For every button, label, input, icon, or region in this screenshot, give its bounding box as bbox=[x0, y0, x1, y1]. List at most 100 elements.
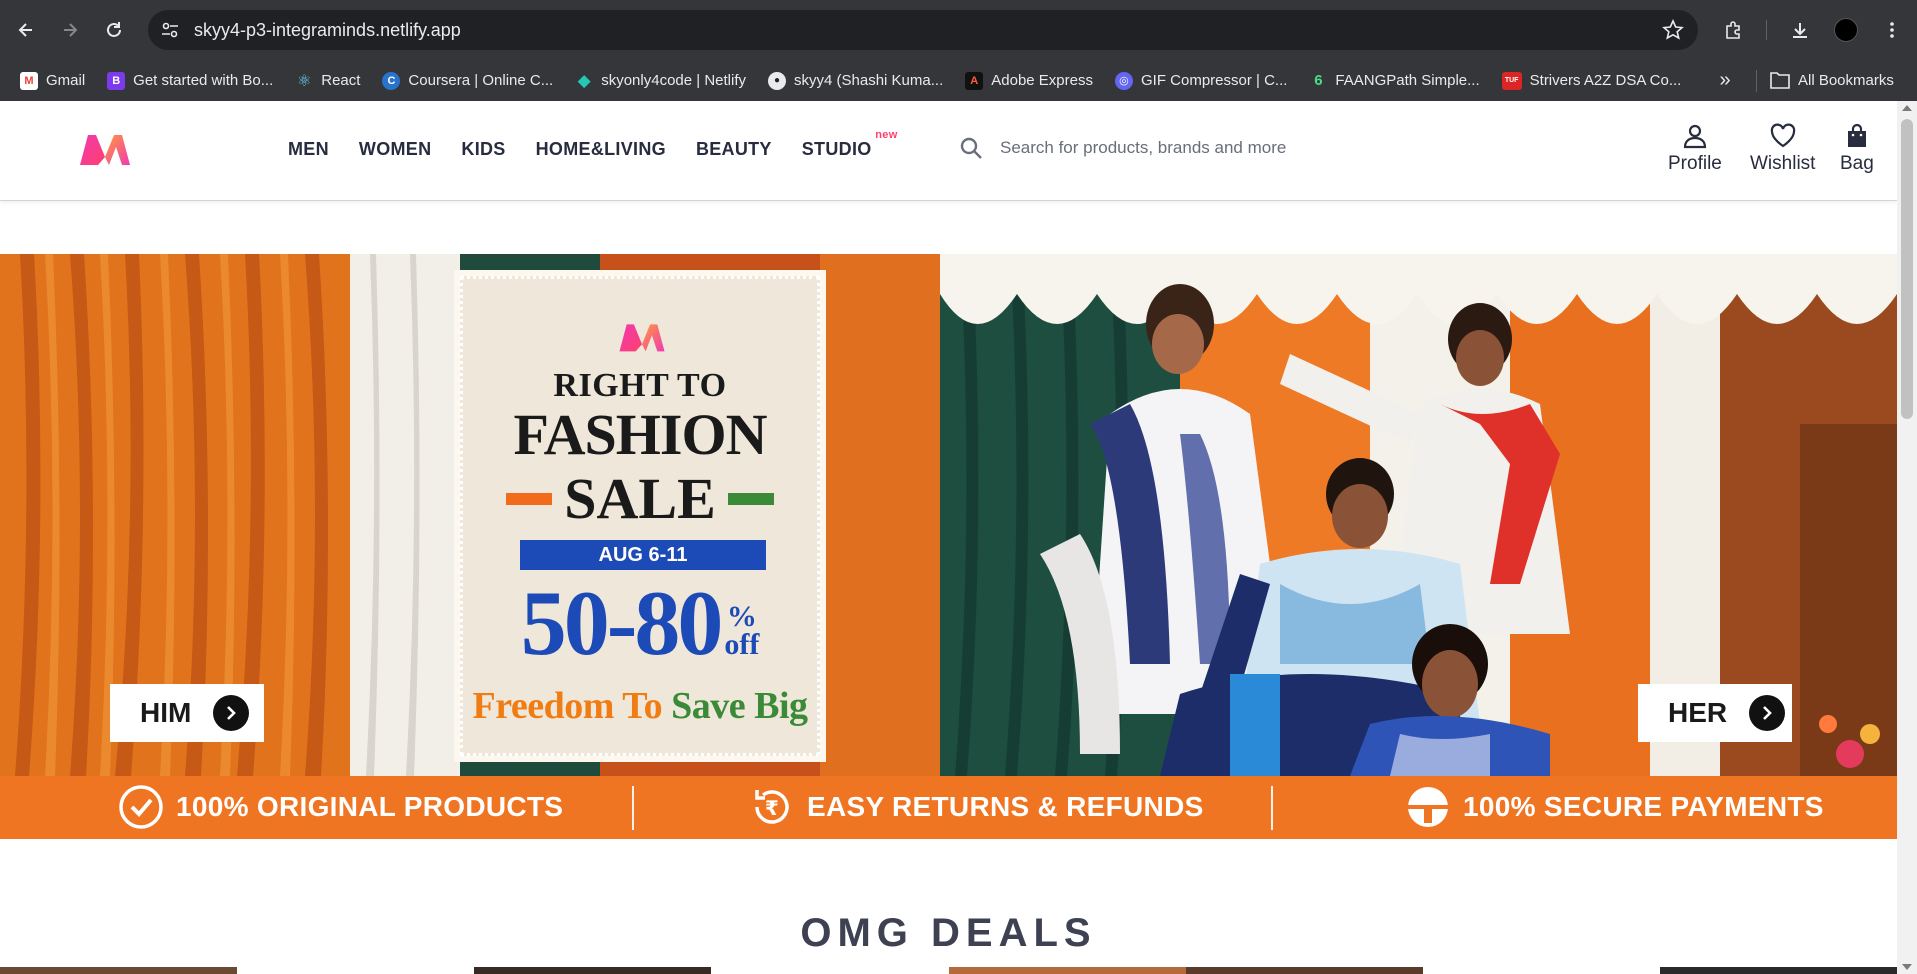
search-input[interactable] bbox=[1000, 138, 1440, 158]
bookmark-netlify[interactable]: ◆ skyonly4code | Netlify bbox=[567, 66, 754, 96]
bookmark-gif-compressor[interactable]: ◎ GIF Compressor | C... bbox=[1107, 66, 1295, 96]
bookmark-faangpath[interactable]: 6 FAANGPath Simple... bbox=[1301, 66, 1487, 96]
url-text[interactable]: skyy4-p3-integraminds.netlify.app bbox=[194, 20, 461, 40]
him-label: HIM bbox=[140, 697, 192, 728]
main-nav: MEN WOMEN KIDS HOME&LIVING BEAUTY STUDIO… bbox=[288, 129, 902, 160]
bookmarks-overflow-icon[interactable]: » bbox=[1712, 66, 1738, 94]
trust-original-label: 100% ORIGINAL PRODUCTS bbox=[176, 791, 564, 822]
bookmark-label: GIF Compressor | C... bbox=[1140, 72, 1288, 89]
trust-secure-label: 100% SECURE PAYMENTS bbox=[1463, 791, 1824, 822]
sale-row: SALE bbox=[463, 465, 817, 532]
sale-tagline: Freedom To Save Big bbox=[463, 684, 817, 728]
puzzle-icon bbox=[1726, 21, 1740, 39]
sale-line-3: SALE bbox=[564, 466, 716, 531]
trust-divider bbox=[1271, 786, 1273, 830]
tuf-icon: TUF bbox=[1501, 71, 1522, 90]
bookmark-label: Adobe Express bbox=[991, 72, 1093, 89]
heart-icon bbox=[1770, 123, 1795, 148]
new-badge: new bbox=[875, 129, 898, 141]
search-box[interactable] bbox=[946, 125, 1486, 171]
scroll-down-arrow-icon[interactable] bbox=[1902, 964, 1912, 970]
kebab-menu-icon bbox=[1890, 22, 1894, 38]
deals-preview-strip bbox=[0, 967, 1897, 974]
secure-lock-icon bbox=[1408, 787, 1448, 827]
bookmark-label: FAANGPath Simple... bbox=[1335, 72, 1480, 89]
discount-suffix: % off bbox=[724, 600, 759, 660]
nav-men[interactable]: MEN bbox=[288, 139, 329, 160]
profile-button[interactable]: Profile bbox=[1668, 123, 1722, 175]
nav-home-living[interactable]: HOME&LIVING bbox=[536, 139, 666, 160]
reload-icon bbox=[107, 22, 121, 37]
extensions-button[interactable] bbox=[1718, 14, 1750, 46]
bookmarks-divider bbox=[1756, 70, 1757, 92]
orange-stripe bbox=[506, 492, 553, 505]
coursera-icon: C bbox=[382, 71, 401, 90]
shop-her-button[interactable]: HER bbox=[1638, 684, 1792, 742]
trust-returns-label: EASY RETURNS & REFUNDS bbox=[807, 791, 1204, 822]
reload-button[interactable] bbox=[98, 14, 130, 46]
shop-him-button[interactable]: HIM bbox=[110, 684, 264, 742]
her-label: HER bbox=[1668, 697, 1728, 728]
sale-dates: AUG 6-11 bbox=[520, 540, 766, 570]
nav-studio-label: STUDIO bbox=[801, 139, 872, 159]
browser-menu-button[interactable] bbox=[1876, 14, 1908, 46]
sale-line-1: RIGHT TO bbox=[553, 367, 727, 404]
svg-text:₹: ₹ bbox=[765, 796, 779, 820]
bookmark-label: Coursera | Online C... bbox=[408, 72, 554, 89]
bookmark-github[interactable]: ● skyy4 (Shashi Kuma... bbox=[760, 66, 951, 96]
sale-card: RIGHT TO FASHION SALE AUG 6-11 50-80 % o… bbox=[454, 270, 826, 762]
toolbar-divider bbox=[1766, 20, 1767, 40]
bookmark-bootstrap[interactable]: B Get started with Bo... bbox=[99, 66, 281, 96]
arrow-right-icon bbox=[64, 23, 78, 37]
chevron-right-icon bbox=[213, 695, 250, 731]
myntra-logo-small bbox=[619, 324, 665, 352]
bookmark-label: skyy4 (Shashi Kuma... bbox=[794, 72, 944, 89]
bag-button[interactable]: Bag bbox=[1840, 123, 1874, 175]
back-button[interactable] bbox=[10, 14, 42, 46]
bag-icon bbox=[1847, 123, 1866, 147]
trust-divider bbox=[632, 786, 634, 830]
download-icon bbox=[1793, 23, 1807, 38]
bookmark-react[interactable]: ⚛ React bbox=[287, 66, 368, 96]
nav-kids[interactable]: KIDS bbox=[461, 139, 505, 160]
bookmarks-bar: M Gmail B Get started with Bo... ⚛ React CC… bbox=[0, 60, 1917, 101]
forward-button[interactable] bbox=[54, 14, 86, 46]
folder-icon bbox=[1770, 72, 1790, 89]
address-bar[interactable]: skyy4-p3-integraminds.netlify.app bbox=[148, 10, 1698, 50]
myntra-logo[interactable] bbox=[78, 129, 132, 169]
sale-discount: 50-80 % off bbox=[463, 577, 817, 669]
chevron-right-icon bbox=[1749, 695, 1786, 731]
trust-returns: ₹ EASY RETURNS & REFUNDS bbox=[749, 784, 1204, 830]
scroll-thumb[interactable] bbox=[1901, 119, 1913, 419]
hero-banner[interactable]: RIGHT TO FASHION SALE AUG 6-11 50-80 % o… bbox=[0, 254, 1897, 776]
bookmark-adobe-express[interactable]: A Adobe Express bbox=[957, 66, 1101, 96]
profile-label: Profile bbox=[1668, 153, 1722, 174]
bag-label: Bag bbox=[1840, 153, 1874, 174]
profile-avatar[interactable] bbox=[1834, 18, 1858, 42]
bookmark-gmail[interactable]: M Gmail bbox=[12, 66, 93, 96]
nav-beauty[interactable]: BEAUTY bbox=[696, 139, 772, 160]
wishlist-button[interactable]: Wishlist bbox=[1750, 123, 1815, 175]
scroll-up-arrow-icon[interactable] bbox=[1902, 105, 1912, 111]
bookmark-label: skyonly4code | Netlify bbox=[601, 72, 747, 89]
percent-sign: % bbox=[726, 600, 757, 633]
bookmark-label: Strivers A2Z DSA Co... bbox=[1529, 72, 1682, 89]
all-bookmarks-label: All Bookmarks bbox=[1798, 71, 1894, 89]
page-scrollbar[interactable] bbox=[1897, 101, 1917, 974]
sale-line-2: FASHION bbox=[513, 402, 768, 467]
all-bookmarks-button[interactable]: All Bookmarks bbox=[1770, 66, 1894, 94]
browser-chrome: skyy4-p3-integraminds.netlify.app M Gmail… bbox=[0, 0, 1917, 101]
bookmark-star-icon[interactable] bbox=[1662, 19, 1684, 41]
bookmark-coursera[interactable]: C Coursera | Online C... bbox=[374, 66, 561, 96]
nav-studio[interactable]: STUDIO new bbox=[801, 129, 898, 160]
tagline-part-2: Save Big bbox=[671, 685, 808, 727]
bookmark-strivers[interactable]: TUF Strivers A2Z DSA Co... bbox=[1494, 66, 1690, 96]
arrow-left-icon bbox=[18, 23, 32, 37]
nav-women[interactable]: WOMEN bbox=[359, 139, 432, 160]
bootstrap-icon: B bbox=[107, 71, 126, 90]
site-header: MEN WOMEN KIDS HOME&LIVING BEAUTY STUDIO… bbox=[0, 101, 1897, 201]
site-info-icon[interactable] bbox=[160, 20, 180, 40]
react-icon: ⚛ bbox=[297, 72, 312, 90]
downloads-button[interactable] bbox=[1784, 14, 1816, 46]
bookmark-label: React bbox=[321, 72, 361, 89]
